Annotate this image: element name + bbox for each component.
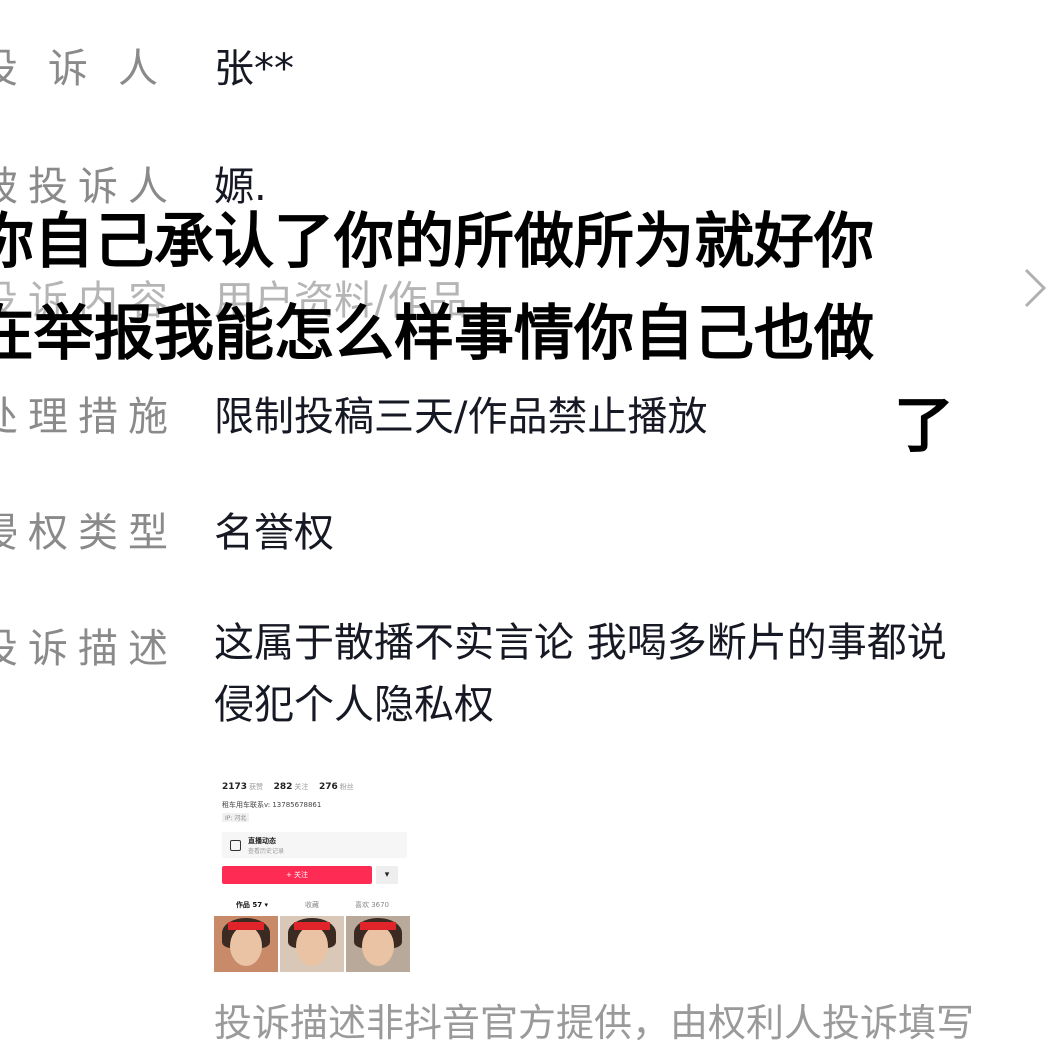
- likes-label: 获赞: [249, 783, 264, 791]
- follow-button: + 关注: [222, 866, 372, 884]
- live-subtitle: 查看历史记录: [248, 848, 285, 855]
- description-line-1: 这属于散播不实言论 我喝多断片的事都说: [214, 620, 947, 666]
- followers-count: 276: [318, 782, 338, 792]
- overlay-line-2: 在举报我能怎么样事情你自己也做: [0, 299, 874, 369]
- live-icon: [230, 840, 241, 851]
- description-label: 投诉描述: [0, 626, 178, 672]
- video-thumbnail: [280, 916, 344, 972]
- profile-stats: 2173 获赞 282 关注 276 粉丝: [222, 782, 362, 792]
- tab-works: 作品 57 ▾: [235, 901, 269, 909]
- live-history-card: 直播动态 查看历史记录: [222, 832, 407, 858]
- overlay-line-3: 了: [894, 391, 954, 461]
- video-thumbnails: [214, 916, 414, 972]
- profile-bio: 租车用车联系v: 13785678861: [222, 801, 322, 809]
- profile-tabs: 作品 57 ▾ 收藏 喜欢 3670: [222, 900, 412, 910]
- complainant-value: 张**: [214, 46, 294, 92]
- video-thumbnail: [214, 916, 278, 972]
- following-count: 282: [273, 782, 293, 792]
- video-thumbnail: [346, 916, 410, 972]
- ip-location: IP: 河北: [222, 813, 250, 822]
- footer-note: 投诉描述非抖音官方提供，由权利人投诉填写: [214, 1001, 975, 1045]
- overlay-line-1: 你自己承认了你的所做所为就好你: [0, 207, 874, 277]
- tab-likes: 喜欢 3670: [354, 901, 390, 909]
- evidence-screenshot[interactable]: 2173 获赞 282 关注 276 粉丝 租车用车联系v: 13785678861 …: [214, 772, 414, 976]
- live-title: 直播动态: [248, 837, 276, 845]
- infringement-value: 名誉权: [214, 510, 334, 556]
- following-label: 关注: [294, 783, 309, 791]
- chevron-right-icon[interactable]: [1022, 266, 1048, 310]
- followers-label: 粉丝: [339, 783, 354, 791]
- likes-count: 2173: [222, 782, 248, 792]
- complainant-label: 投诉人: [0, 46, 188, 92]
- overlay-caption: 你自己承认了你的所做所为就好你 在举报我能怎么样事情你自己也做 了: [0, 196, 984, 472]
- tab-favorites: 收藏: [305, 901, 319, 909]
- infringement-label: 侵权类型: [0, 510, 178, 556]
- description-line-2: 侵犯个人隐私权: [214, 682, 494, 728]
- dropdown-triangle-icon: ▾: [376, 866, 398, 884]
- description-text: 这属于散播不实言论 我喝多断片的事都说 侵犯个人隐私权: [214, 612, 1052, 736]
